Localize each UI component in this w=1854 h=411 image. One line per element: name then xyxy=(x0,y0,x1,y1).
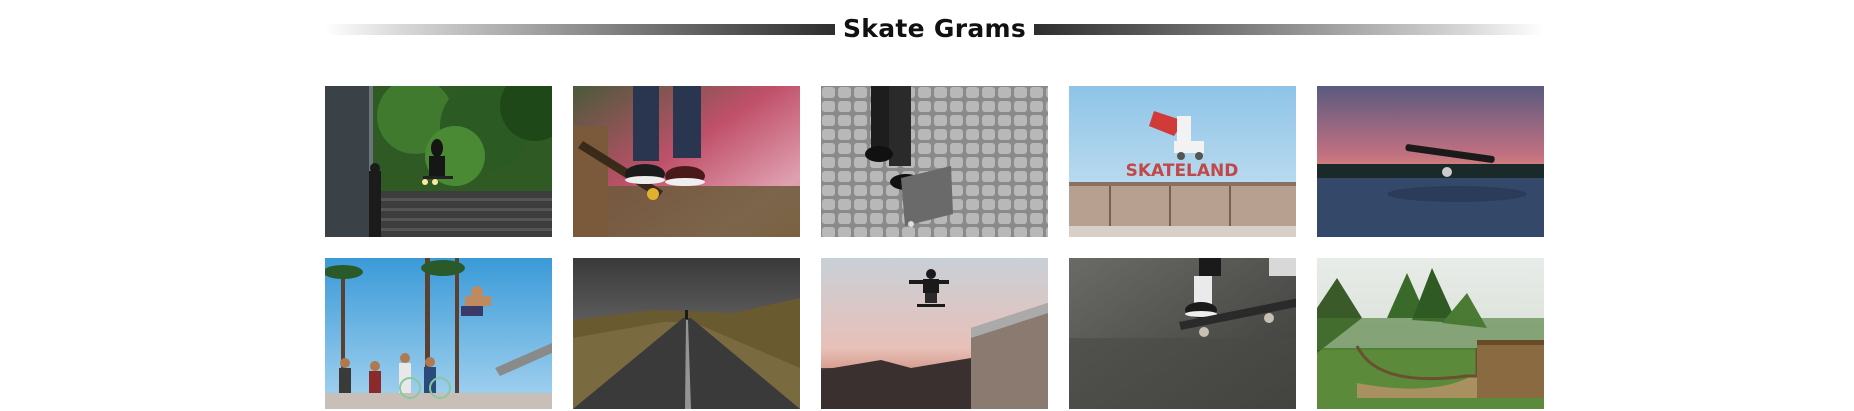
photo-sunset-skateboard xyxy=(1317,86,1544,237)
gallery-photo-7[interactable] xyxy=(573,258,800,409)
photo-skater-stairs xyxy=(325,86,552,237)
section-heading: Skate Grams xyxy=(325,12,1544,50)
photo-stormy-road xyxy=(573,258,800,409)
photo-bw-cobblestones xyxy=(821,86,1048,237)
gallery-photo-1[interactable] xyxy=(325,86,552,237)
photo-crowd-palm-trees xyxy=(325,258,552,409)
gallery-photo-8[interactable] xyxy=(821,258,1048,409)
gallery-photo-6[interactable] xyxy=(325,258,552,409)
skateland-sign-text: SKATELAND xyxy=(1126,161,1239,181)
gallery-photo-9[interactable] xyxy=(1069,258,1296,409)
gallery-photo-5[interactable] xyxy=(1317,86,1544,237)
photo-halfpipe-field xyxy=(1317,258,1544,409)
photo-sneaker-kickflip xyxy=(1069,258,1296,409)
gallery-photo-3[interactable] xyxy=(821,86,1048,237)
gallery-photo-10[interactable] xyxy=(1317,258,1544,409)
heading-rule-right xyxy=(1034,24,1544,35)
photo-skateland-sign: SKATELAND xyxy=(1069,86,1296,237)
photo-sneakers-pink-wall xyxy=(573,86,800,237)
section-title: Skate Grams xyxy=(842,14,1027,43)
gallery-photo-2[interactable] xyxy=(573,86,800,237)
photo-gallery: SKATELAND xyxy=(325,86,1544,409)
heading-rule-left xyxy=(325,24,835,35)
photo-skater-airborne xyxy=(821,258,1048,409)
gallery-photo-4[interactable]: SKATELAND xyxy=(1069,86,1296,237)
skate-grams-section: Skate Grams SKATELAND xyxy=(0,0,1854,411)
